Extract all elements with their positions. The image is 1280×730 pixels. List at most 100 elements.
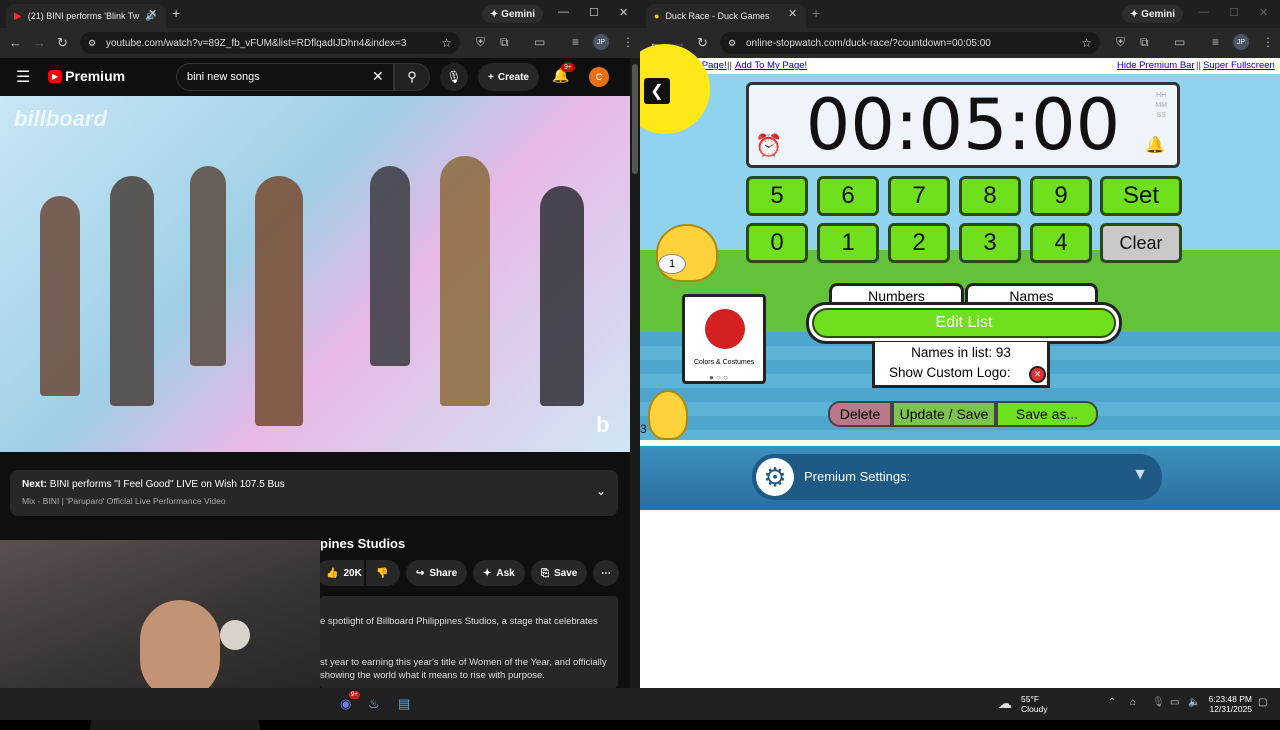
minimize-icon[interactable]: — bbox=[1198, 6, 1209, 18]
set-button[interactable]: Set bbox=[1100, 176, 1182, 216]
clear-button[interactable]: Clear bbox=[1100, 223, 1182, 263]
back-arrow-icon[interactable]: ❮ bbox=[644, 78, 670, 104]
volume-icon[interactable]: 🔈 bbox=[1188, 697, 1200, 708]
save-as-button[interactable]: Save as... bbox=[996, 401, 1098, 427]
clock-date: 12/31/2025 bbox=[1209, 704, 1252, 714]
page-scrollbar[interactable] bbox=[630, 58, 640, 688]
extensions-icon[interactable]: ⧉ bbox=[500, 35, 509, 50]
back-icon[interactable]: ← bbox=[9, 35, 22, 50]
key-0[interactable]: 0 bbox=[746, 223, 808, 263]
key-8[interactable]: 8 bbox=[959, 176, 1021, 216]
create-button[interactable]: + Create bbox=[478, 63, 539, 91]
gemini-button[interactable]: ✦ Gemini bbox=[1122, 5, 1184, 23]
site-info-icon[interactable]: ⚙ bbox=[88, 38, 96, 49]
delete-button[interactable]: Delete bbox=[828, 401, 892, 427]
shield-icon[interactable]: ⛨ bbox=[476, 35, 485, 50]
key-7[interactable]: 7 bbox=[888, 176, 950, 216]
key-1[interactable]: 1 bbox=[817, 223, 879, 263]
display-icon[interactable]: ▭ bbox=[1170, 697, 1179, 708]
address-bar[interactable]: ⚙ youtube.com/watch?v=89Z_fb_vFUM&list=R… bbox=[80, 32, 460, 54]
gemini-button[interactable]: ✦ Gemini bbox=[482, 5, 544, 23]
dislike-button[interactable]: 👎 bbox=[366, 560, 400, 586]
weather-widget[interactable]: 55°F Cloudy bbox=[1021, 694, 1047, 714]
premium-settings-toggle[interactable]: ⚙ Premium Settings: ▼ bbox=[752, 454, 1162, 500]
reload-icon[interactable]: ↻ bbox=[697, 35, 708, 51]
sound-icon[interactable]: 🔔 bbox=[1145, 135, 1165, 155]
playlist-icon[interactable]: ≡ bbox=[1212, 35, 1219, 49]
youtube-favicon-icon: ▶ bbox=[14, 10, 22, 22]
address-bar[interactable]: ⚙ online-stopwatch.com/duck-race/?countd… bbox=[720, 32, 1100, 54]
key-2[interactable]: 2 bbox=[888, 223, 950, 263]
tab-duck-race[interactable]: ● Duck Race - Duck Games bbox=[646, 4, 806, 28]
forward-icon[interactable]: → bbox=[33, 35, 46, 50]
new-tab-icon[interactable]: + bbox=[812, 5, 820, 21]
up-next-panel[interactable]: Next: BINI performs "I Feel Good" LIVE o… bbox=[10, 470, 618, 516]
update-save-button[interactable]: Update / Save bbox=[892, 401, 996, 427]
close-window-icon[interactable]: ✕ bbox=[1259, 6, 1268, 19]
clock[interactable]: 6:23:48 PM 12/31/2025 bbox=[1206, 694, 1252, 714]
chevron-down-icon[interactable]: ⌄ bbox=[596, 484, 606, 498]
add-to-my-page-link[interactable]: Add To My Page! bbox=[735, 60, 807, 71]
bookmark-star-icon[interactable]: ☆ bbox=[1081, 36, 1092, 50]
super-fullscreen-link[interactable]: Super Fullscreen bbox=[1203, 60, 1275, 71]
notepad-icon[interactable]: ▤ bbox=[398, 696, 410, 712]
duck-favicon-icon: ● bbox=[654, 11, 660, 21]
alarm-clock-icon[interactable]: ⏰ bbox=[755, 133, 782, 159]
streamer-face bbox=[140, 600, 220, 700]
discord-icon[interactable]: ◉ bbox=[340, 696, 351, 712]
close-tab-icon[interactable]: ✕ bbox=[148, 7, 157, 20]
carousel-dots[interactable]: ● ○ ○ bbox=[709, 373, 728, 382]
hamburger-menu-icon[interactable]: ☰ bbox=[16, 67, 30, 87]
minimize-icon[interactable]: — bbox=[558, 6, 569, 18]
youtube-premium-logo[interactable]: ▶ Premium bbox=[48, 68, 125, 84]
menu-dots-icon[interactable]: ⋮ bbox=[622, 35, 634, 49]
close-window-icon[interactable]: ✕ bbox=[619, 6, 628, 19]
microphone-icon[interactable]: 🎙 bbox=[440, 63, 468, 91]
profile-avatar[interactable]: JP bbox=[1233, 34, 1249, 50]
bookmark-star-icon[interactable]: ☆ bbox=[441, 36, 452, 50]
key-9[interactable]: 9 bbox=[1030, 176, 1092, 216]
description-box[interactable]: e spotlight of Billboard Philippines Stu… bbox=[320, 596, 618, 688]
chevron-up-icon[interactable]: ⌃ bbox=[1108, 697, 1116, 708]
key-3[interactable]: 3 bbox=[959, 223, 1021, 263]
hide-premium-bar-link[interactable]: Hide Premium Bar bbox=[1117, 60, 1195, 71]
media-icon[interactable]: ▭ bbox=[534, 35, 545, 49]
search-icon[interactable]: ⚲ bbox=[394, 63, 430, 91]
mic-icon[interactable]: 🎙 bbox=[1152, 697, 1165, 708]
like-button[interactable]: 👍 20K bbox=[316, 560, 364, 586]
extensions-icon[interactable]: ⧉ bbox=[1140, 35, 1149, 50]
unit-mm: MM bbox=[1155, 102, 1167, 109]
save-button[interactable]: ⎘ Save bbox=[531, 560, 588, 586]
key-4[interactable]: 4 bbox=[1030, 223, 1092, 263]
reload-icon[interactable]: ↻ bbox=[57, 35, 68, 51]
media-icon[interactable]: ▭ bbox=[1174, 35, 1185, 49]
profile-avatar[interactable]: JP bbox=[593, 34, 609, 50]
close-tab-icon[interactable]: ✕ bbox=[788, 7, 797, 20]
share-button[interactable]: ↪ Share bbox=[406, 560, 468, 586]
key-5[interactable]: 5 bbox=[746, 176, 808, 216]
new-tab-icon[interactable]: + bbox=[172, 5, 180, 21]
search-input[interactable]: bini new songs bbox=[176, 63, 394, 91]
video-player[interactable]: billboard b bbox=[0, 96, 630, 452]
notification-center-icon[interactable]: ▢ bbox=[1258, 697, 1267, 708]
edit-list-button[interactable]: Edit List bbox=[812, 308, 1116, 338]
playlist-icon[interactable]: ≡ bbox=[572, 35, 579, 49]
clear-search-icon[interactable]: ✕ bbox=[372, 68, 384, 85]
site-info-icon[interactable]: ⚙ bbox=[728, 38, 736, 49]
maximize-icon[interactable]: ☐ bbox=[589, 6, 599, 19]
next-label: Next: bbox=[22, 479, 48, 490]
network-icon[interactable]: ⌂ bbox=[1130, 697, 1136, 708]
scrollbar-thumb[interactable] bbox=[632, 64, 638, 174]
more-actions-button[interactable]: ⋯ bbox=[593, 560, 619, 586]
ask-button[interactable]: ✦ Ask bbox=[473, 560, 525, 586]
menu-dots-icon[interactable]: ⋮ bbox=[1262, 35, 1274, 49]
costume-card[interactable]: Colors & Costumes ● ○ ○ bbox=[682, 294, 766, 384]
user-avatar[interactable]: C bbox=[589, 67, 609, 87]
custom-logo-off-icon[interactable]: ✕ bbox=[1029, 366, 1046, 383]
tab-title: (21) BINI performs 'Blink Tw bbox=[27, 11, 140, 21]
tab-youtube[interactable]: ▶ (21) BINI performs 'Blink Tw 🔊 bbox=[6, 4, 166, 28]
key-6[interactable]: 6 bbox=[817, 176, 879, 216]
steam-icon[interactable]: ♨ bbox=[368, 696, 380, 712]
shield-icon[interactable]: ⛨ bbox=[1116, 35, 1125, 50]
maximize-icon[interactable]: ☐ bbox=[1229, 6, 1239, 19]
